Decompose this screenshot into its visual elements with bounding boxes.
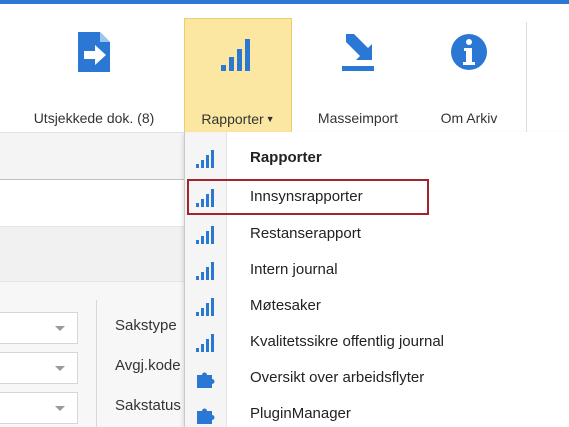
puzzle-icon <box>197 372 215 388</box>
tab-strip <box>0 132 190 180</box>
checkout-document-icon <box>78 32 110 72</box>
content-header <box>0 180 190 226</box>
checked-out-documents-button[interactable]: Utsjekkede dok. (8) <box>8 18 180 134</box>
bar-chart-icon <box>196 262 214 280</box>
bar-chart-icon <box>221 39 250 71</box>
menu-item-restanserapport[interactable]: Restanserapport <box>185 216 569 252</box>
filter-dropdown[interactable] <box>0 392 78 424</box>
menu-item-label: Rapporter <box>250 149 322 166</box>
sakstype-label: Sakstype <box>115 317 177 334</box>
menu-item-label: Oversikt over arbeidsflyter <box>250 369 425 386</box>
bar-chart-icon <box>196 334 214 352</box>
about-archive-label: Om Arkiv <box>440 110 498 126</box>
filter-dropdown[interactable] <box>0 352 78 384</box>
mass-import-label: Masseimport <box>317 110 399 126</box>
bar-chart-icon <box>196 298 214 316</box>
checked-out-documents-label: Utsjekkede dok. (8) <box>33 110 155 126</box>
menu-item-label: PluginManager <box>250 405 351 422</box>
menu-item-innsynsrapporter[interactable]: Innsynsrapporter <box>187 179 429 215</box>
filter-dropdown[interactable] <box>0 312 78 344</box>
menu-item-kvalitetssikre[interactable]: Kvalitetssikre offentlig journal <box>185 324 569 360</box>
menu-item-arbeidsflyter[interactable]: Oversikt over arbeidsflyter <box>185 360 569 396</box>
ribbon-separator <box>526 22 527 132</box>
search-form-panel: Sakstype Avgj.kode Sakstatus <box>0 282 190 427</box>
avgj-kode-label: Avgj.kode <box>115 357 181 374</box>
bar-chart-icon <box>196 226 214 244</box>
about-archive-button[interactable]: Om Arkiv <box>420 18 518 134</box>
dropdown-arrow-icon <box>55 326 65 331</box>
dropdown-arrow-icon <box>55 366 65 371</box>
mass-import-button[interactable]: Masseimport <box>298 18 418 134</box>
menu-item-motesaker[interactable]: Møtesaker <box>185 288 569 324</box>
dropdown-arrow-icon <box>55 406 65 411</box>
puzzle-icon <box>197 408 215 424</box>
reports-dropdown-menu: Rapporter Innsynsrapporter Restanserappo… <box>184 132 569 427</box>
reports-button[interactable]: Rapporter ▼ <box>184 18 292 134</box>
form-divider <box>96 300 97 427</box>
menu-item-label: Intern journal <box>250 261 338 278</box>
menu-item-label: Kvalitetssikre offentlig journal <box>250 333 444 350</box>
info-icon <box>451 34 487 70</box>
menu-item-reports-header[interactable]: Rapporter <box>185 140 569 176</box>
toolbar-strip <box>0 226 190 282</box>
menu-item-intern-journal[interactable]: Intern journal <box>185 252 569 288</box>
chevron-down-icon: ▼ <box>265 114 275 124</box>
menu-item-label: Møtesaker <box>250 297 321 314</box>
menu-item-pluginmanager[interactable]: PluginManager <box>185 396 569 427</box>
ribbon-toolbar: Utsjekkede dok. (8) Rapporter ▼ Masseimpo… <box>0 4 569 134</box>
download-tray-icon <box>342 34 374 71</box>
reports-label: Rapporter <box>201 111 264 127</box>
menu-item-label: Innsynsrapporter <box>250 188 363 205</box>
sakstatus-label: Sakstatus <box>115 397 181 414</box>
bar-chart-icon <box>196 189 214 207</box>
menu-item-label: Restanserapport <box>250 225 361 242</box>
bar-chart-icon <box>196 150 214 168</box>
